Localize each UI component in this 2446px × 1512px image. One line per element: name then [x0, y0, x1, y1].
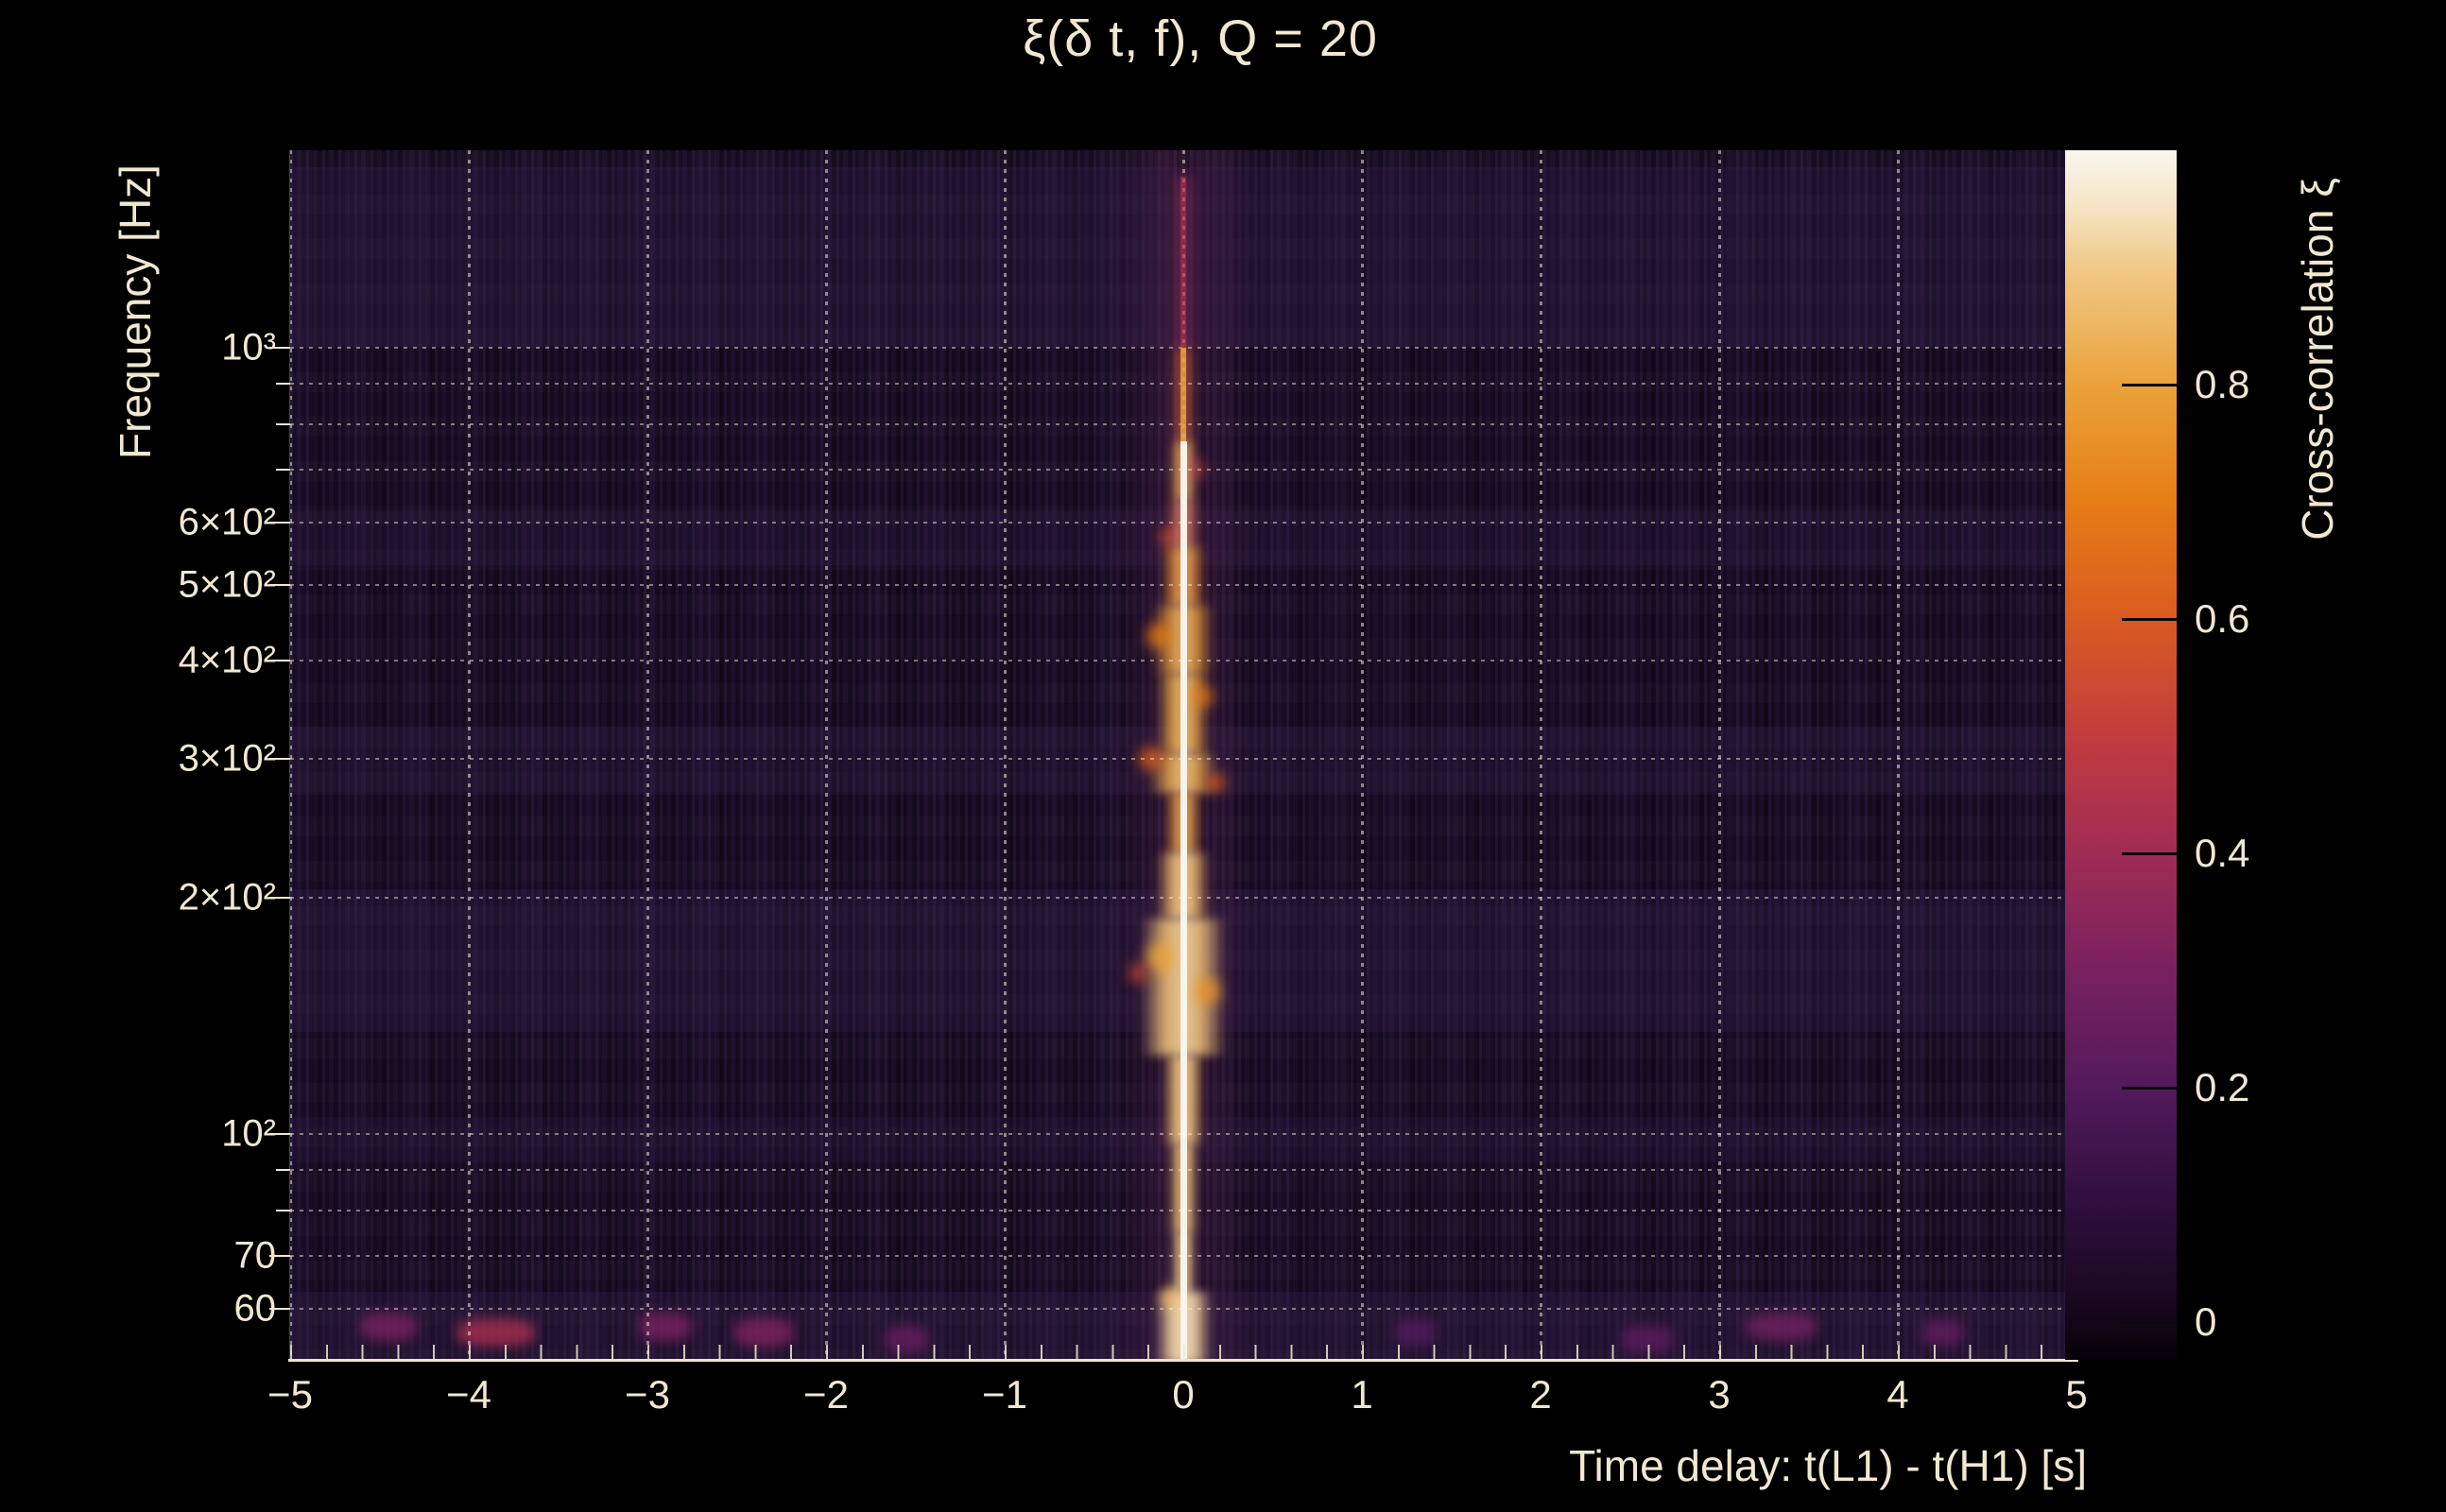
ridge-speckle	[1193, 977, 1220, 1005]
y-tick-label: 70	[233, 1234, 277, 1277]
x-axis-label: Time delay: t(L1) - t(H1) [s]	[1569, 1441, 2087, 1490]
y-axis-spine	[289, 150, 290, 1360]
x-tick-label: 3	[1708, 1372, 1731, 1417]
y-tick-mark	[276, 1169, 290, 1172]
ridge-speckle	[1128, 964, 1148, 984]
x-gridline	[1540, 150, 1542, 1360]
x-tick-label: 2	[1529, 1372, 1552, 1417]
x-gridline	[468, 150, 471, 1360]
x-gridline	[1718, 150, 1721, 1360]
y-tick-label: 3×10²	[178, 737, 276, 780]
colorbar-tick-label: 0.6	[2195, 596, 2250, 642]
y-tick-label: 10³	[221, 326, 276, 369]
x-gridline	[646, 150, 649, 1360]
x-tick-label: −5	[267, 1372, 313, 1417]
x-minor-ticks	[290, 1345, 2076, 1360]
colorbar-tick-mark	[2122, 618, 2177, 622]
y-tick-label: 6×10²	[178, 501, 276, 543]
y-tick-mark	[276, 469, 290, 472]
colorbar-tick-label: 0.2	[2195, 1065, 2250, 1110]
x-axis-spine	[288, 1359, 2078, 1362]
x-tick-label: −3	[625, 1372, 670, 1417]
ridge-core	[1180, 348, 1186, 442]
y-tick-label: 10²	[221, 1112, 276, 1155]
x-gridline	[825, 150, 828, 1360]
noise-floor-blob	[1921, 1318, 1964, 1348]
noise-floor-blob	[1394, 1318, 1438, 1348]
x-tick-label: −4	[446, 1372, 491, 1417]
x-tick-label: 1	[1351, 1372, 1373, 1417]
x-tick-label: −1	[982, 1372, 1027, 1417]
noise-floor-blob	[359, 1313, 418, 1342]
noise-floor-blob	[732, 1318, 794, 1348]
colorbar-label: Cross-correlation ξ	[2293, 178, 2342, 541]
y-tick-mark	[276, 383, 290, 386]
y-tick-mark	[276, 422, 290, 425]
y-tick-label: 4×10²	[178, 639, 276, 681]
ridge-core	[1180, 177, 1186, 349]
x-tick-label: 5	[2065, 1372, 2088, 1417]
noise-floor-blob	[1746, 1313, 1817, 1342]
colorbar-tick-mark	[2122, 384, 2177, 387]
x-gridline	[1897, 150, 1900, 1360]
colorbar-gradient	[2065, 150, 2177, 1360]
ridge-speckle	[1146, 941, 1178, 972]
colorbar-tick-mark	[2122, 1321, 2177, 1325]
colorbar-tick-label: 0	[2195, 1299, 2217, 1345]
heatmap-plot-area	[290, 150, 2076, 1360]
x-tick-label: 4	[1886, 1372, 1909, 1417]
colorbar-tick-mark	[2122, 1087, 2177, 1091]
chart-title: ξ(δ t, f), Q = 20	[1023, 10, 1378, 67]
colorbar-tick-label: 0.4	[2195, 831, 2250, 876]
y-tick-mark	[276, 1209, 290, 1211]
ridge-core	[1180, 441, 1187, 1360]
x-gridline	[1004, 150, 1007, 1360]
cross-correlation-figure: ξ(δ t, f), Q = 20 Frequency [Hz] Time de…	[0, 0, 2446, 1512]
y-tick-label: 2×10²	[178, 876, 276, 919]
colorbar-tick-label: 0.8	[2195, 362, 2250, 407]
x-tick-label: 0	[1172, 1372, 1195, 1417]
y-tick-label: 5×10²	[178, 563, 276, 606]
ridge-speckle	[1159, 527, 1179, 547]
y-axis-label: Frequency [Hz]	[111, 164, 160, 459]
y-tick-label: 60	[233, 1287, 277, 1330]
colorbar-tick-mark	[2122, 852, 2177, 856]
ridge-speckle	[1206, 773, 1226, 793]
x-gridline	[1361, 150, 1364, 1360]
x-gridline	[290, 150, 292, 1360]
x-tick-label: −2	[803, 1372, 849, 1417]
